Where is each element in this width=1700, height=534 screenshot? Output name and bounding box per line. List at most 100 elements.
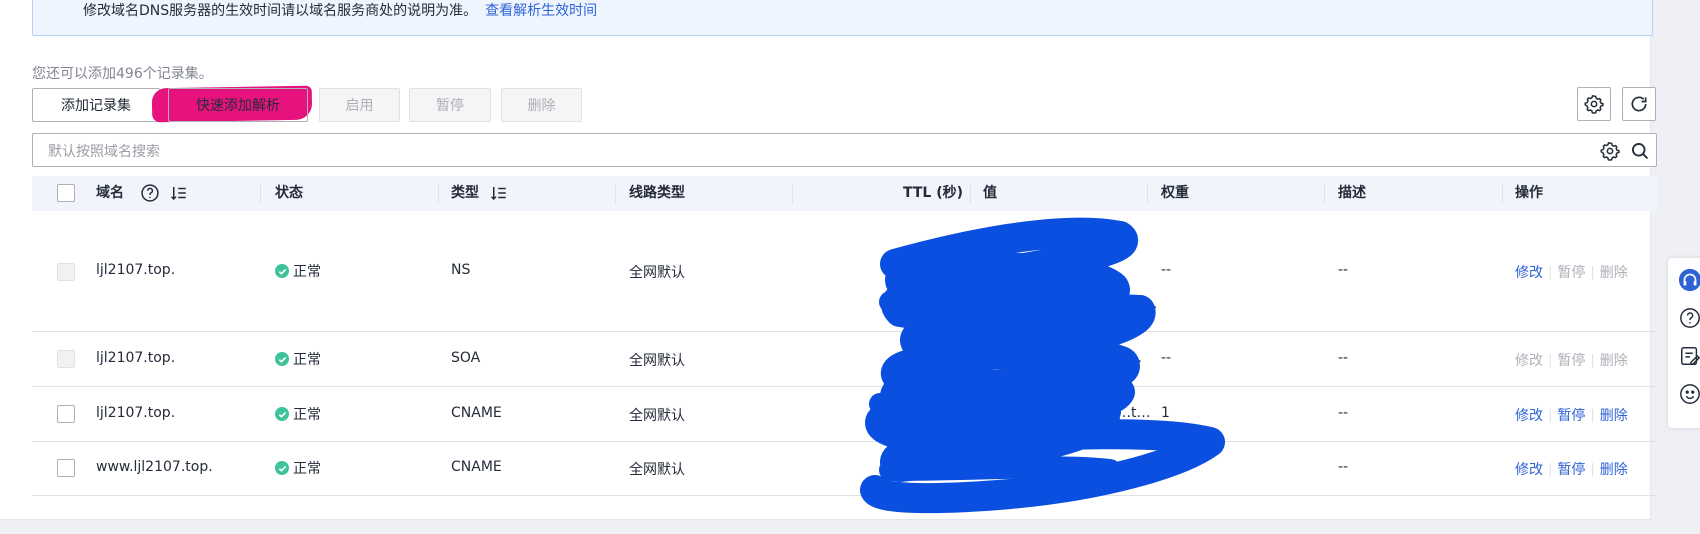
cell-weight: 1 bbox=[1161, 405, 1170, 421]
sort-icon[interactable] bbox=[490, 184, 508, 206]
pause-link[interactable]: 暂停 bbox=[1557, 459, 1585, 479]
cell-domain: ljl2107.top. bbox=[96, 262, 176, 278]
pause-link[interactable]: 暂停 bbox=[1557, 405, 1585, 425]
side-toolbar bbox=[1668, 258, 1700, 428]
cell-domain: www.ljl2107.top. bbox=[96, 459, 213, 475]
table-row: www.ljl2107.top. 正常 CNAME 全网默认 3… -- -- … bbox=[32, 442, 1657, 496]
cell-desc: -- bbox=[1338, 350, 1349, 366]
question-icon[interactable] bbox=[1678, 306, 1700, 330]
search-placeholder: 默认按照域名搜索 bbox=[48, 144, 160, 160]
search-box[interactable]: 默认按照域名搜索 bbox=[32, 133, 1657, 167]
refresh-icon bbox=[1631, 96, 1647, 112]
notice-banner: 修改域名DNS服务器的生效时间请以域名服务商处的说明为准。 查看解析生效时间 bbox=[32, 0, 1653, 36]
status-text: 正常 bbox=[293, 352, 321, 368]
delete-link[interactable]: 删除 bbox=[1600, 350, 1628, 370]
cell-desc: -- bbox=[1338, 262, 1349, 278]
row-actions: 修改 | 暂停 | 删除 bbox=[1515, 262, 1628, 282]
col-weight: 权重 bbox=[1161, 185, 1189, 201]
cell-desc: -- bbox=[1338, 459, 1349, 475]
row-checkbox bbox=[57, 350, 75, 368]
row-actions: 修改 | 暂停 | 删除 bbox=[1515, 459, 1628, 479]
header-divider bbox=[1324, 184, 1325, 203]
table-row: ljl2107.top. 正常 NS 全网默认 ns1.hua… …a-dn… … bbox=[32, 211, 1657, 332]
row-checkbox[interactable] bbox=[57, 405, 75, 423]
cell-weight: -- bbox=[1161, 459, 1172, 475]
add-record-set-button[interactable]: 添加记录集 bbox=[32, 88, 160, 122]
cell-weight: -- bbox=[1161, 262, 1172, 278]
cell-value-fragment: …a-dn… bbox=[1098, 296, 1158, 312]
op-divider: | bbox=[1590, 407, 1595, 423]
edit-link[interactable]: 修改 bbox=[1515, 350, 1543, 370]
pause-button[interactable]: 暂停 bbox=[409, 88, 491, 122]
delete-button[interactable]: 删除 bbox=[501, 88, 582, 122]
edit-link[interactable]: 修改 bbox=[1515, 405, 1543, 425]
enable-button[interactable]: 启用 bbox=[319, 88, 400, 122]
record-quota-text: 您还可以添加496个记录集。 bbox=[32, 66, 213, 82]
delete-link[interactable]: 删除 bbox=[1600, 262, 1628, 282]
edit-link[interactable]: 修改 bbox=[1515, 262, 1543, 282]
pause-link[interactable]: 暂停 bbox=[1557, 262, 1585, 282]
edit-link[interactable]: 修改 bbox=[1515, 459, 1543, 479]
op-divider: | bbox=[1590, 461, 1595, 477]
table-header: 域名 状态 类型 线路类型 TTL (秒) 值 权重 描述 操作 bbox=[32, 176, 1657, 211]
op-divider: | bbox=[1548, 264, 1553, 280]
cell-line: 全网默认 bbox=[629, 408, 685, 424]
delete-link[interactable]: 删除 bbox=[1600, 405, 1628, 425]
cell-ttl: 3… bbox=[932, 459, 955, 475]
row-actions: 修改 | 暂停 | 删除 bbox=[1515, 350, 1628, 370]
col-type: 类型 bbox=[451, 185, 479, 201]
cell-line: 全网默认 bbox=[629, 462, 685, 478]
check-icon bbox=[275, 461, 289, 475]
feedback-edit-icon[interactable] bbox=[1678, 344, 1700, 368]
select-all-checkbox[interactable] bbox=[57, 184, 75, 202]
search-icon[interactable] bbox=[1630, 141, 1650, 161]
status-badge: 正常 bbox=[275, 404, 321, 424]
cell-value-fragment: ns1.hua… bbox=[1017, 250, 1087, 266]
header-divider bbox=[970, 184, 971, 203]
cell-type: SOA bbox=[451, 350, 481, 366]
row-actions: 修改 | 暂停 | 删除 bbox=[1515, 405, 1628, 425]
help-circle-icon[interactable] bbox=[140, 183, 160, 207]
cell-line: 全网默认 bbox=[629, 265, 685, 281]
op-divider: | bbox=[1548, 407, 1553, 423]
pause-link[interactable]: 暂停 bbox=[1557, 350, 1585, 370]
row-checkbox[interactable] bbox=[57, 459, 75, 477]
col-status: 状态 bbox=[275, 185, 303, 201]
cell-value-fragment: … bbox=[1128, 350, 1142, 366]
cell-domain: ljl2107.top. bbox=[96, 405, 176, 421]
op-divider: | bbox=[1548, 461, 1553, 477]
quick-add-button[interactable]: 快速添加解析 bbox=[168, 88, 308, 122]
status-text: 正常 bbox=[293, 264, 321, 280]
col-domain: 域名 bbox=[96, 185, 124, 201]
notice-text: 修改域名DNS服务器的生效时间请以域名服务商处的说明为准。 bbox=[83, 3, 478, 19]
status-badge: 正常 bbox=[275, 261, 321, 281]
row-checkbox bbox=[57, 263, 75, 281]
notice-link[interactable]: 查看解析生效时间 bbox=[485, 3, 597, 19]
col-ttl: TTL (秒) bbox=[903, 185, 964, 201]
cell-line: 全网默认 bbox=[629, 353, 685, 369]
header-divider bbox=[260, 184, 261, 203]
col-desc: 描述 bbox=[1338, 185, 1366, 201]
sort-icon[interactable] bbox=[170, 184, 188, 206]
gear-icon bbox=[1584, 94, 1604, 114]
check-icon bbox=[275, 407, 289, 421]
delete-link[interactable]: 删除 bbox=[1600, 459, 1628, 479]
check-icon bbox=[275, 352, 289, 366]
headset-icon[interactable] bbox=[1678, 268, 1700, 292]
status-badge: 正常 bbox=[275, 349, 321, 369]
check-icon bbox=[275, 264, 289, 278]
search-settings-icon[interactable] bbox=[1600, 141, 1620, 161]
cell-desc: -- bbox=[1338, 405, 1349, 421]
dns-records-panel: 修改域名DNS服务器的生效时间请以域名服务商处的说明为准。 查看解析生效时间 您还… bbox=[0, 0, 1657, 520]
table-row: ljl2107.top. 正常 SOA 全网默认 … -- -- 修改 | 暂停 | 删… bbox=[32, 332, 1657, 387]
refresh-button[interactable] bbox=[1622, 87, 1656, 121]
cell-type: CNAME bbox=[451, 459, 502, 475]
smile-icon[interactable] bbox=[1678, 382, 1700, 406]
cell-type: NS bbox=[451, 262, 471, 278]
header-divider bbox=[615, 184, 616, 203]
cell-domain: ljl2107.top. bbox=[96, 350, 176, 366]
settings-button[interactable] bbox=[1577, 87, 1611, 121]
col-line: 线路类型 bbox=[629, 185, 685, 201]
status-text: 正常 bbox=[293, 407, 321, 423]
col-value: 值 bbox=[983, 185, 997, 201]
